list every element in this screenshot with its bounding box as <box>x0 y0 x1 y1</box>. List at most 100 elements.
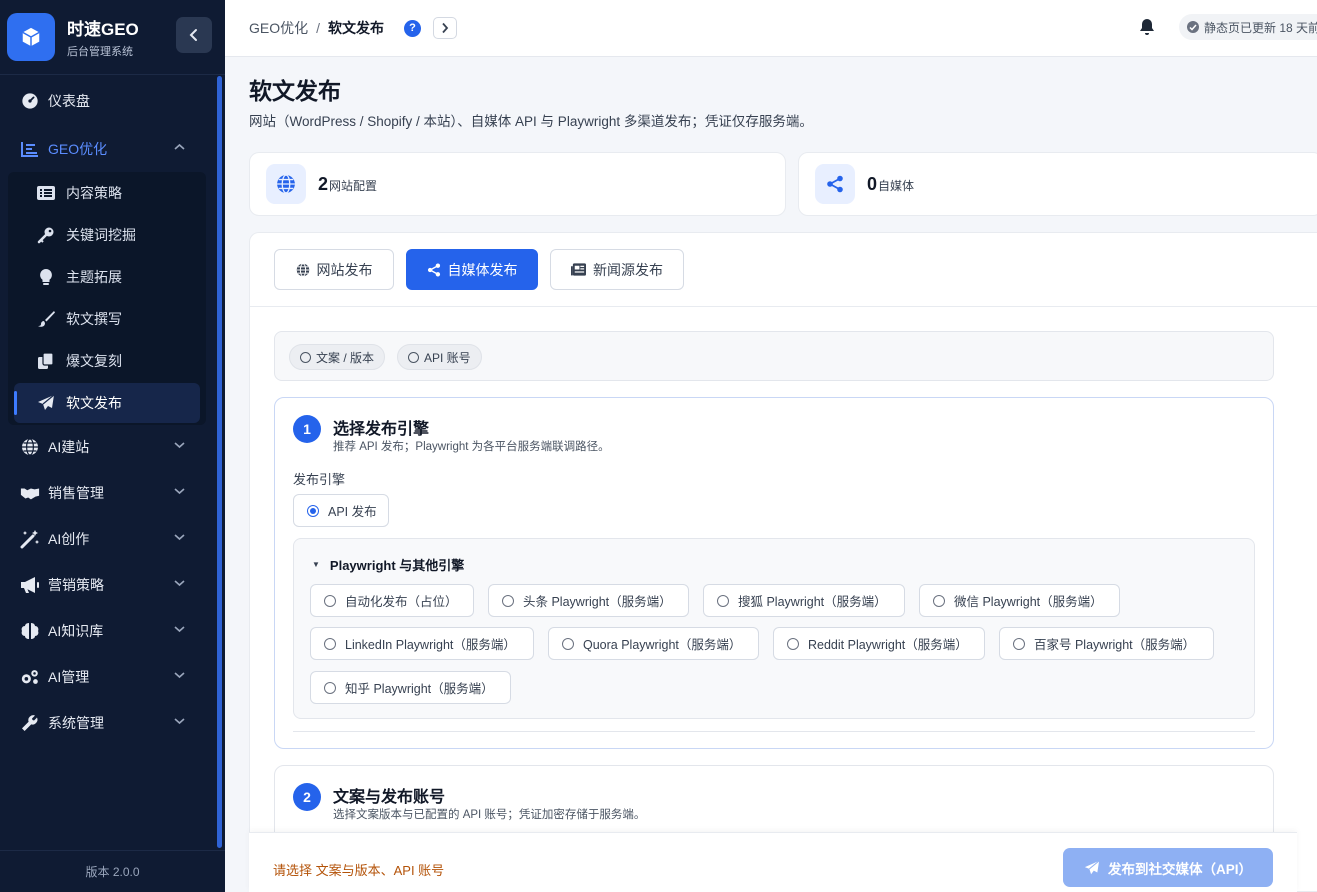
sidebar-subitem-label: 软文撰写 <box>66 311 122 327</box>
sidebar-item-label: GEO优化 <box>48 141 108 157</box>
tab-news-publish[interactable]: 新闻源发布 <box>550 249 684 290</box>
option-label: 搜狐 Playwright（服务端） <box>738 595 887 609</box>
option-label: 微信 Playwright（服务端） <box>954 595 1103 609</box>
engine-option-api[interactable]: API 发布 <box>293 494 389 527</box>
chevron-down-icon <box>174 626 185 633</box>
radio[interactable] <box>324 594 336 607</box>
engine-option-reddit[interactable]: Reddit Playwright（服务端） <box>773 627 985 660</box>
newspaper-icon <box>571 263 586 276</box>
engine-option-wechat[interactable]: 微信 Playwright（服务端） <box>919 584 1120 617</box>
sidebar-subitem-keyword-mining[interactable]: 关键词挖掘 <box>14 215 200 255</box>
globe-icon <box>296 262 310 277</box>
stat-label: 网站配置 <box>329 178 378 193</box>
option-label: 自动化发布（占位） <box>345 595 458 609</box>
circle-icon <box>300 351 311 363</box>
playwright-group-toggle[interactable]: ▼ Playwright 与其他引擎 <box>312 555 464 574</box>
sidebar-item-knowledge[interactable]: AI知识库 <box>0 611 215 651</box>
engine-option-sohu[interactable]: 搜狐 Playwright（服务端） <box>703 584 905 617</box>
sidebar-item-sales[interactable]: 销售管理 <box>0 473 215 513</box>
chevron-right-icon <box>442 22 449 34</box>
cube-icon <box>22 27 40 47</box>
sidebar-item-ai-site[interactable]: AI建站 <box>0 427 215 467</box>
sidebar-item-system[interactable]: 系统管理 <box>0 703 215 743</box>
sidebar-subitem-viral-copy[interactable]: 爆文复刻 <box>14 341 200 381</box>
sidebar-item-geo[interactable]: GEO优化 <box>0 129 215 169</box>
brand-logo[interactable] <box>7 13 55 61</box>
gauge-icon <box>20 91 40 111</box>
sidebar-item-label: 营销策略 <box>48 577 104 593</box>
breadcrumb-next-button[interactable] <box>433 17 458 39</box>
radio[interactable] <box>787 637 799 650</box>
help-icon[interactable]: ? <box>404 19 422 37</box>
publish-panel: 网站发布 自媒体发布 新闻源发布 文案 / 版本 API 账号 1 选择发布引擎… <box>249 232 1317 892</box>
sidebar-item-ai-admin[interactable]: AI管理 <box>0 657 215 697</box>
playwright-engine-group: ▼ Playwright 与其他引擎 自动化发布（占位） 头条 Playwrig… <box>293 538 1255 719</box>
step-chip-label: API 账号 <box>424 350 471 365</box>
breadcrumb-parent[interactable]: GEO优化 <box>249 18 308 38</box>
sidebar-item-ai-create[interactable]: AI创作 <box>0 519 215 559</box>
chevron-down-icon <box>174 442 185 449</box>
footer-action-bar: 请选择 文案与版本、API 账号 发布到社交媒体（API） <box>249 832 1297 892</box>
paper-plane-icon <box>1084 859 1100 876</box>
radio[interactable] <box>324 681 336 694</box>
radio[interactable] <box>1013 637 1025 650</box>
static-page-status: 静态页已更新 18 天前 <box>1179 14 1317 40</box>
globe-icon <box>20 437 40 457</box>
sidebar-subitem-article-writing[interactable]: 软文撰写 <box>14 299 200 339</box>
engine-option-zhihu[interactable]: 知乎 Playwright（服务端） <box>310 671 511 704</box>
step-chip-api-account[interactable]: API 账号 <box>397 344 482 370</box>
chevron-left-icon <box>189 29 197 41</box>
bell-icon <box>1140 19 1154 35</box>
key-icon <box>36 225 56 245</box>
sidebar-item-label: 销售管理 <box>48 485 104 501</box>
sidebar-item-label: 仪表盘 <box>48 93 90 109</box>
tab-label: 网站发布 <box>316 261 373 278</box>
engine-option-toutiao[interactable]: 头条 Playwright（服务端） <box>488 584 689 617</box>
sidebar-scrollbar[interactable] <box>217 76 222 848</box>
chevron-down-icon <box>174 672 185 679</box>
sidebar-collapse-button[interactable] <box>176 17 212 53</box>
option-label: API 发布 <box>328 505 377 519</box>
option-label: 百家号 Playwright（服务端） <box>1034 638 1196 652</box>
sidebar-item-label: AI知识库 <box>48 623 104 639</box>
engine-option-baijiahao[interactable]: 百家号 Playwright（服务端） <box>999 627 1214 660</box>
notification-button[interactable] <box>1139 18 1155 41</box>
stat-card-social-media: 0 自媒体 <box>798 152 1317 216</box>
tab-social-publish[interactable]: 自媒体发布 <box>406 249 538 290</box>
radio[interactable] <box>933 594 945 607</box>
app-version: 版本 2.0.0 <box>0 850 225 892</box>
tabs-divider <box>250 306 1317 307</box>
step-progress-bar: 文案 / 版本 API 账号 <box>274 331 1274 381</box>
tab-label: 自媒体发布 <box>447 261 518 278</box>
field-label-engine: 发布引擎 <box>293 472 346 487</box>
sidebar-subitem-content-strategy[interactable]: 内容策略 <box>14 173 200 213</box>
radio[interactable] <box>562 637 574 650</box>
chevron-down-icon <box>174 488 185 495</box>
radio[interactable] <box>717 594 729 607</box>
option-label: Quora Playwright（服务端） <box>583 638 742 652</box>
chevron-down-icon <box>174 580 185 587</box>
sidebar-item-dashboard[interactable]: 仪表盘 <box>0 81 215 121</box>
engine-option-quora[interactable]: Quora Playwright（服务端） <box>548 627 759 660</box>
brand-subtitle: 后台管理系统 <box>67 46 133 58</box>
radio-checked[interactable] <box>307 504 319 517</box>
engine-option-linkedin[interactable]: LinkedIn Playwright（服务端） <box>310 627 534 660</box>
radio[interactable] <box>324 637 336 650</box>
chevron-down-icon <box>174 534 185 541</box>
publish-social-button[interactable]: 发布到社交媒体（API） <box>1063 848 1273 887</box>
check-circle-icon <box>1187 21 1199 33</box>
sidebar-subitem-article-publish[interactable]: 软文发布 <box>14 383 200 423</box>
sidebar-subitem-label: 主题拓展 <box>66 269 122 285</box>
step-chip-copy-version[interactable]: 文案 / 版本 <box>289 344 386 370</box>
sidebar-item-label: AI建站 <box>48 439 90 455</box>
sidebar-item-marketing[interactable]: 营销策略 <box>0 565 215 605</box>
share-icon <box>815 164 855 204</box>
option-label: LinkedIn Playwright（服务端） <box>345 638 516 652</box>
share-icon <box>427 263 441 277</box>
wrench-icon <box>20 713 40 733</box>
list-icon <box>36 183 56 203</box>
engine-option-automation[interactable]: 自动化发布（占位） <box>310 584 474 617</box>
sidebar-subitem-topic-expansion[interactable]: 主题拓展 <box>14 257 200 297</box>
tab-website-publish[interactable]: 网站发布 <box>274 249 394 290</box>
radio[interactable] <box>502 594 514 607</box>
